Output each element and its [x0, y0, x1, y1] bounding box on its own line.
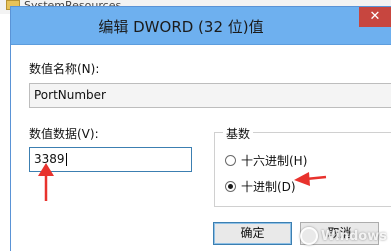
watermark-logo-icon [299, 227, 318, 245]
screenshot-root: SystemResources 编辑 DWORD (32 位)值 ✕ 数值名称(… [0, 0, 391, 251]
watermark-text: Windows [320, 228, 387, 244]
watermark: Windows [299, 227, 387, 245]
arrow-left-annotation [294, 172, 327, 186]
arrow-up-annotation [38, 163, 54, 201]
annotation-arrows [38, 163, 327, 201]
